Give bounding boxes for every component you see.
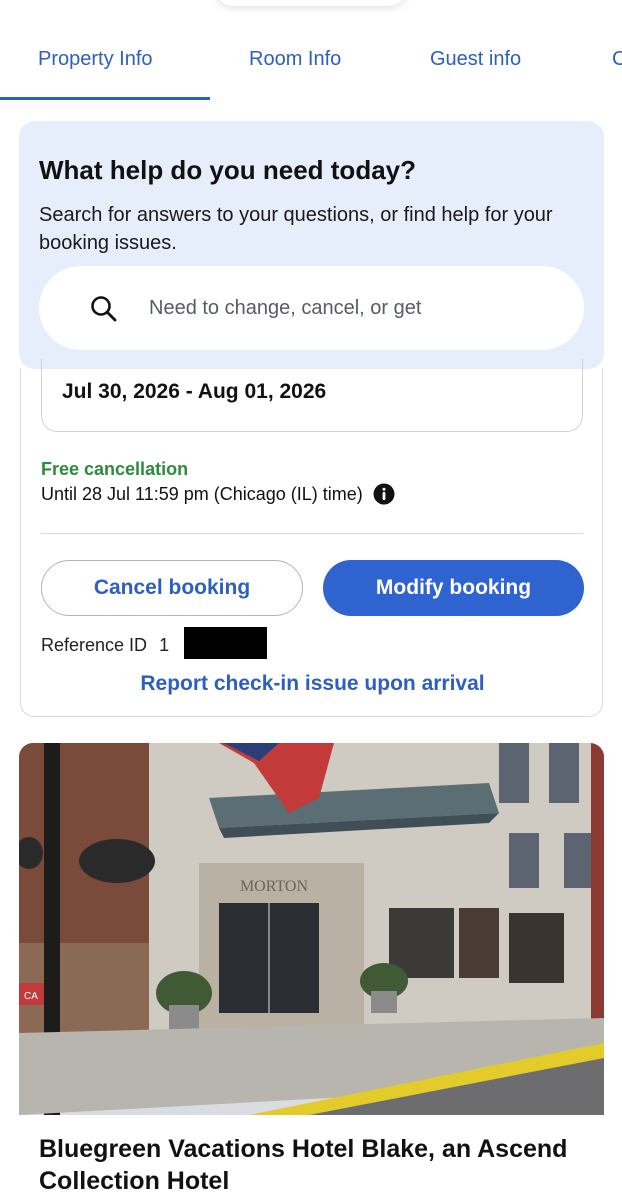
modify-booking-button[interactable]: Modify booking: [323, 560, 584, 616]
building-sign: MORTON: [240, 878, 309, 895]
street-sign: CA: [24, 991, 38, 1002]
help-description: Search for answers to your questions, or…: [39, 204, 553, 254]
cancellation-deadline-text: Until 28 Jul 11:59 pm (Chicago (IL) time…: [41, 483, 363, 504]
help-title: What help do you need today?: [39, 155, 416, 185]
reference-id-row: Reference ID 1: [41, 635, 169, 656]
hotel-name: Bluegreen Vacations Hotel Blake, an Asce…: [39, 1135, 568, 1195]
help-card: What help do you need today? Search for …: [19, 121, 604, 369]
tab-guest-info[interactable]: Guest info: [430, 48, 521, 71]
tab-bar: Property Info Room Info Guest info C: [0, 0, 622, 100]
booking-card: Jul 30, 2026 - Aug 01, 2026 Free cancell…: [20, 359, 604, 717]
booking-dates-box: Jul 30, 2026 - Aug 01, 2026: [41, 359, 583, 432]
hotel-card[interactable]: MORTON CA Bluegreen Vacations Hotel Blak…: [19, 743, 604, 1200]
tab-property-info[interactable]: Property Info: [38, 48, 153, 71]
info-icon[interactable]: [373, 483, 395, 505]
active-tab-indicator: [0, 97, 210, 100]
redaction-bar: [184, 627, 267, 659]
tab-room-info[interactable]: Room Info: [249, 48, 341, 71]
divider: [41, 533, 583, 534]
report-check-in-issue-link[interactable]: Report check-in issue upon arrival: [21, 672, 604, 696]
free-cancellation-label: Free cancellation: [41, 459, 189, 479]
booking-dates: Jul 30, 2026 - Aug 01, 2026: [62, 380, 327, 403]
cancel-booking-button[interactable]: Cancel booking: [41, 560, 303, 616]
reference-id-label: Reference ID: [41, 635, 148, 655]
hotel-photo: MORTON CA: [19, 743, 604, 1115]
cancellation-deadline: Until 28 Jul 11:59 pm (Chicago (IL) time…: [41, 483, 395, 505]
search-input[interactable]: [149, 288, 569, 328]
search-box[interactable]: [39, 266, 584, 350]
search-icon: [91, 296, 117, 322]
reference-id-value: 1: [159, 635, 170, 655]
tab-partial[interactable]: C: [612, 48, 622, 71]
